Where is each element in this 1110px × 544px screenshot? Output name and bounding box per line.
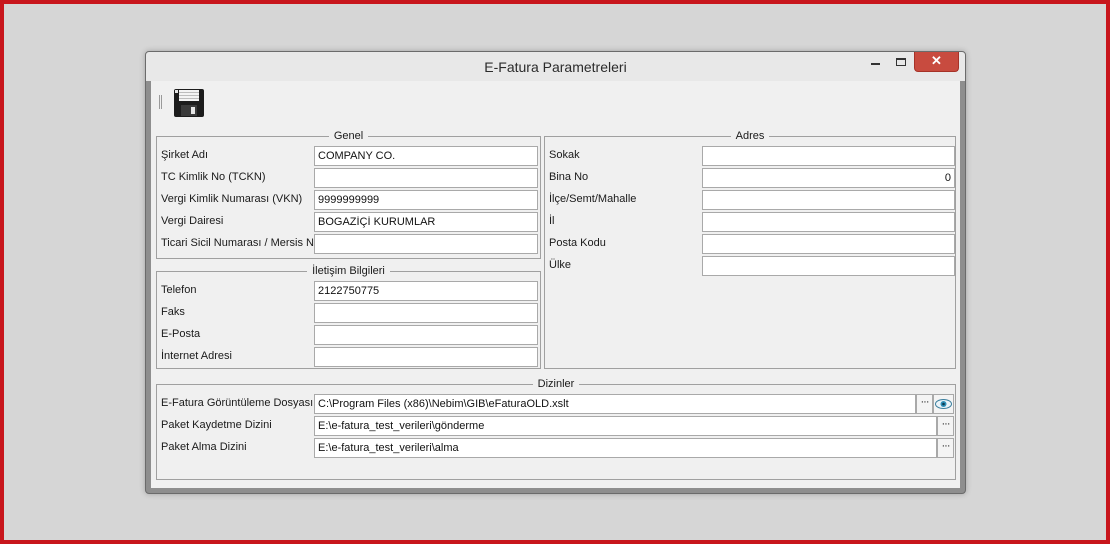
field-tckn: TC Kimlik No (TCKN): [157, 168, 542, 188]
fax-input[interactable]: [314, 303, 538, 323]
field-label: İl: [549, 215, 555, 227]
close-icon: ✕: [931, 53, 942, 68]
field-vkn: Vergi Kimlik Numarası (VKN): [157, 190, 542, 210]
field-mersis: Ticari Sicil Numarası / Mersis No: [157, 234, 542, 254]
close-button[interactable]: ✕: [914, 52, 959, 72]
window-title: E-Fatura Parametreleri: [484, 59, 627, 75]
field-ilce: İlçe/Semt/Mahalle: [545, 190, 957, 210]
field-label: Şirket Adı: [161, 149, 209, 161]
building-no-input[interactable]: [702, 168, 955, 188]
preview-button[interactable]: [933, 394, 954, 414]
minimize-button[interactable]: [862, 52, 888, 72]
email-input[interactable]: [314, 325, 538, 345]
field-sokak: Sokak: [545, 146, 957, 166]
group-iletisim: İletişim Bilgileri Telefon Faks E-Posta …: [156, 265, 542, 369]
title-bar[interactable]: E-Fatura Parametreleri ✕: [146, 52, 965, 81]
client-area: Genel Şirket Adı TC Kimlik No (TCKN) Ver…: [151, 81, 960, 488]
field-label: Ticari Sicil Numarası / Mersis No: [161, 237, 321, 249]
field-label: Ülke: [549, 259, 572, 271]
field-vergi-dairesi: Vergi Dairesi: [157, 212, 542, 232]
district-input[interactable]: [702, 190, 955, 210]
company-name-input[interactable]: [314, 146, 538, 166]
field-bina-no: Bina No: [545, 168, 957, 188]
field-faks: Faks: [157, 303, 542, 323]
group-iletisim-title: İletişim Bilgileri: [307, 265, 390, 277]
vkn-input[interactable]: [314, 190, 538, 210]
city-input[interactable]: [702, 212, 955, 232]
group-dizinler-title: Dizinler: [532, 378, 580, 390]
field-label: Posta Kodu: [549, 237, 606, 249]
maximize-icon: [896, 57, 906, 66]
postal-code-input[interactable]: [702, 234, 955, 254]
group-dizinler: Dizinler E-Fatura Görüntüleme Dosyası ··…: [156, 378, 957, 480]
group-adres-title: Adres: [730, 130, 770, 142]
browse-view-file-button[interactable]: ···: [916, 394, 933, 414]
field-posta-kodu: Posta Kodu: [545, 234, 957, 254]
phone-input[interactable]: [314, 281, 538, 301]
field-eposta: E-Posta: [157, 325, 542, 345]
street-input[interactable]: [702, 146, 955, 166]
field-label: İnternet Adresi: [161, 350, 232, 362]
view-file-path-input[interactable]: [314, 394, 916, 414]
field-label: Faks: [161, 306, 185, 318]
field-label: Bina No: [549, 171, 589, 183]
tckn-input[interactable]: [314, 168, 538, 188]
field-ulke: Ülke: [545, 256, 957, 276]
eye-icon: [935, 399, 952, 409]
field-label: Sokak: [549, 149, 580, 161]
field-receive-dir: Paket Alma Dizini ···: [157, 438, 957, 458]
field-label: E-Posta: [161, 328, 201, 340]
field-view-file: E-Fatura Görüntüleme Dosyası ···: [157, 394, 957, 414]
group-genel-title: Genel: [328, 130, 369, 142]
field-label: TC Kimlik No (TCKN): [161, 171, 266, 183]
field-internet: İnternet Adresi: [157, 347, 542, 367]
field-label: Vergi Dairesi: [161, 215, 224, 227]
field-label: E-Fatura Görüntüleme Dosyası: [161, 397, 314, 409]
website-input[interactable]: [314, 347, 538, 367]
field-label: Vergi Kimlik Numarası (VKN): [161, 193, 303, 205]
field-label: İlçe/Semt/Mahalle: [549, 193, 637, 205]
tax-office-input[interactable]: [314, 212, 538, 232]
browse-send-dir-button[interactable]: ···: [937, 416, 954, 436]
field-il: İl: [545, 212, 957, 232]
save-button[interactable]: [173, 88, 205, 118]
field-sirket-adi: Şirket Adı: [157, 146, 542, 166]
group-genel: Genel Şirket Adı TC Kimlik No (TCKN) Ver…: [156, 130, 542, 259]
toolbar-grip[interactable]: [159, 95, 162, 109]
field-label: Paket Alma Dizini: [161, 441, 247, 453]
maximize-button[interactable]: [888, 52, 914, 72]
field-label: Telefon: [161, 284, 197, 296]
browse-receive-dir-button[interactable]: ···: [937, 438, 954, 458]
receive-dir-path-input[interactable]: [314, 438, 937, 458]
field-label: Paket Kaydetme Dizini: [161, 419, 272, 431]
send-dir-path-input[interactable]: [314, 416, 937, 436]
toolbar: [151, 81, 960, 123]
floppy-disk-save-icon: [174, 89, 204, 117]
efatura-parameters-window: E-Fatura Parametreleri ✕ Genel Şirket Ad…: [145, 51, 966, 494]
country-input[interactable]: [702, 256, 955, 276]
minimize-icon: [870, 62, 880, 65]
group-adres: Adres Sokak Bina No İlçe/Semt/Mahalle İl…: [544, 130, 957, 369]
mersis-input[interactable]: [314, 234, 538, 254]
field-telefon: Telefon: [157, 281, 542, 301]
field-send-dir: Paket Kaydetme Dizini ···: [157, 416, 957, 436]
